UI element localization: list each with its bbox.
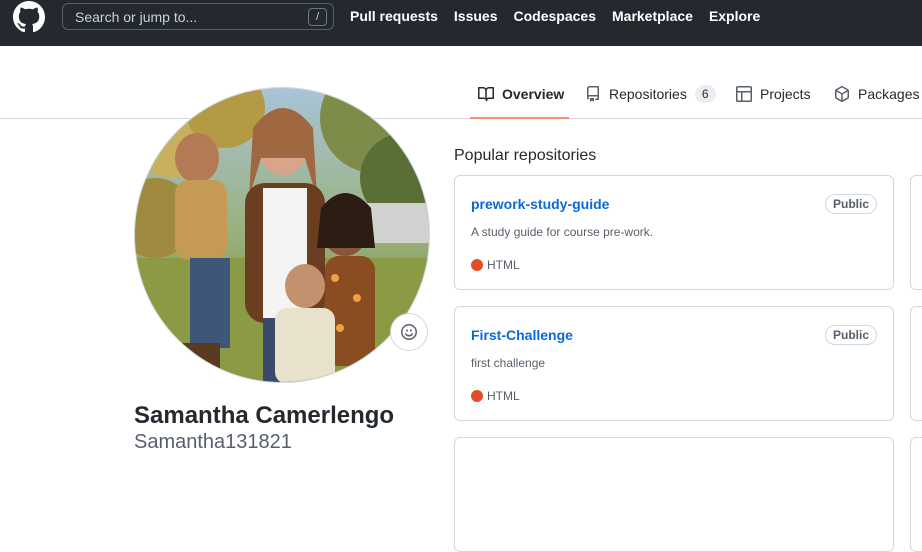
avatar-photo xyxy=(135,88,429,382)
profile-name: Samantha Camerlengo xyxy=(134,402,395,429)
repo-card xyxy=(910,175,922,290)
smiley-icon xyxy=(401,324,417,340)
language-label: HTML xyxy=(487,389,520,403)
package-icon xyxy=(835,86,849,102)
repo-language: HTML xyxy=(471,389,520,403)
profile-login: Samantha131821 xyxy=(134,431,292,453)
search-shortcut-key: / xyxy=(308,8,327,26)
repo-link[interactable]: prework-study-guide xyxy=(471,196,609,212)
book-icon xyxy=(478,86,494,102)
nav-pull-requests[interactable]: Pull requests xyxy=(350,8,438,24)
set-status-button[interactable] xyxy=(390,313,428,351)
repo-link[interactable]: First-Challenge xyxy=(471,327,573,343)
tab-repositories[interactable]: Repositories 6 xyxy=(585,85,716,119)
profile-avatar[interactable] xyxy=(134,87,430,383)
search-input[interactable]: Search or jump to... / xyxy=(62,3,334,30)
profile-tabs: Overview Repositories 6 Projects Package… xyxy=(0,46,922,119)
global-header: Search or jump to... / Pull requests Iss… xyxy=(0,0,922,46)
tab-projects[interactable]: Projects xyxy=(736,86,811,119)
repo-description: A study guide for course pre-work. xyxy=(471,225,654,239)
github-logo-icon[interactable] xyxy=(13,1,45,33)
tab-packages-label: Packages xyxy=(858,86,920,102)
tab-projects-label: Projects xyxy=(760,86,811,102)
repo-description: first challenge xyxy=(471,356,546,370)
language-color-dot xyxy=(471,390,483,402)
repo-card xyxy=(910,306,922,421)
repo-card xyxy=(910,437,922,552)
nav-issues[interactable]: Issues xyxy=(454,8,498,24)
nav-explore[interactable]: Explore xyxy=(709,8,760,24)
tab-packages[interactable]: Packages xyxy=(834,86,919,119)
nav-codespaces[interactable]: Codespaces xyxy=(514,8,596,24)
language-label: HTML xyxy=(487,258,520,272)
nav-marketplace[interactable]: Marketplace xyxy=(612,8,693,24)
repo-card: First-Challenge Public first challenge H… xyxy=(454,306,894,421)
repo-icon xyxy=(587,86,599,102)
search-placeholder: Search or jump to... xyxy=(75,8,198,25)
global-nav: Pull requests Issues Codespaces Marketpl… xyxy=(350,8,776,24)
tab-overview[interactable]: Overview xyxy=(470,86,569,119)
repositories-count-badge: 6 xyxy=(694,85,716,103)
table-icon xyxy=(736,86,752,102)
popular-repositories-heading: Popular repositories xyxy=(454,147,597,164)
visibility-badge: Public xyxy=(824,325,877,345)
repo-card: prework-study-guide Public A study guide… xyxy=(454,175,894,290)
repo-card xyxy=(454,437,894,552)
visibility-badge: Public xyxy=(824,194,877,214)
repo-language: HTML xyxy=(471,258,520,272)
tab-repositories-label: Repositories xyxy=(609,86,687,102)
language-color-dot xyxy=(471,259,483,271)
tab-overview-label: Overview xyxy=(502,86,565,102)
